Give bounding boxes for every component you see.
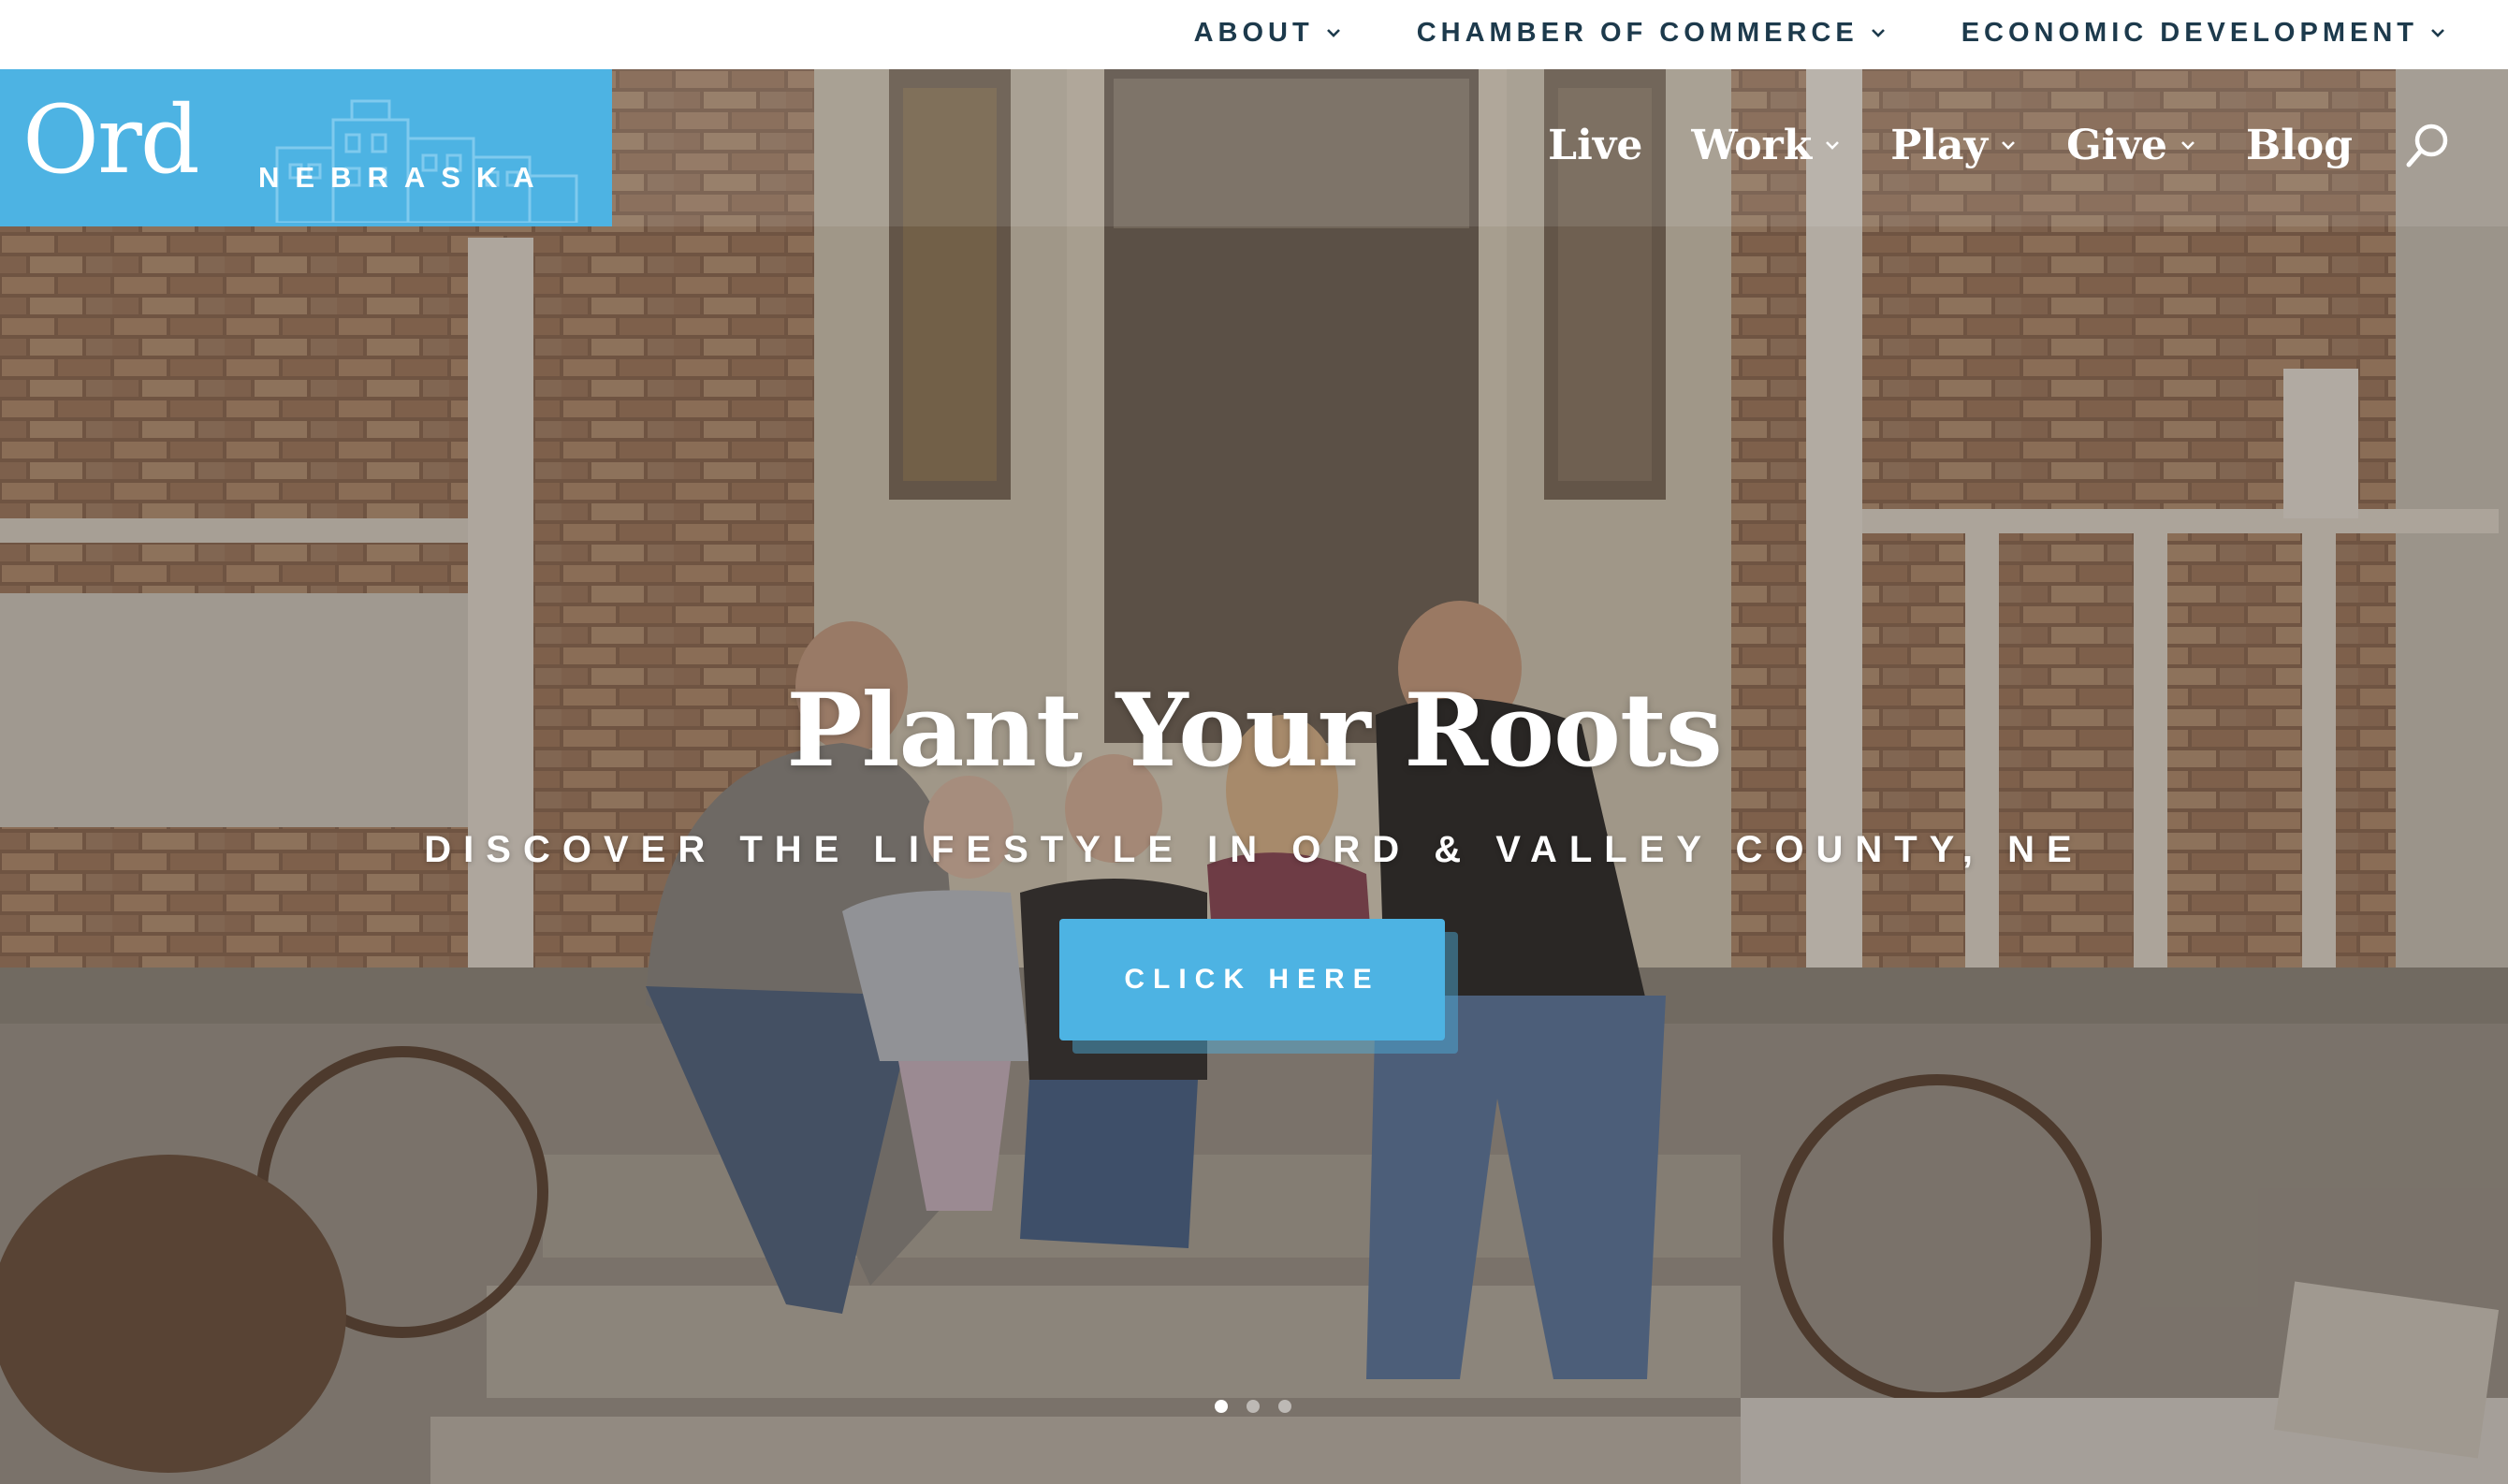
slider-dot-3[interactable] [1278,1400,1291,1413]
top-nav: ABOUT CHAMBER OF COMMERCE ECONOMIC DEVEL… [1194,0,2446,65]
town-buildings-graphic [275,99,578,223]
topnav-economic-development[interactable]: ECONOMIC DEVELOPMENT [1961,18,2446,49]
search-icon[interactable] [2403,120,2454,170]
logo-state: NEBRASKA [258,161,550,194]
topnav-chamber-label: CHAMBER OF COMMERCE [1416,17,1859,48]
site-logo[interactable]: Ord NEBRASKA [0,69,612,226]
hero-subtitle: DISCOVER THE LIFESTYLE IN ORD & VALLEY C… [424,829,2084,870]
chevron-down-icon [1871,29,1885,37]
slider-dot-1[interactable] [1215,1400,1228,1413]
chevron-down-icon [1826,141,1840,150]
topnav-economic-label: ECONOMIC DEVELOPMENT [1961,17,2418,48]
nav-give[interactable]: Give [2066,122,2197,169]
slider-pagination [1215,1400,1291,1413]
nav-blog[interactable]: Blog [2246,122,2353,169]
nav-live-label: Live [1548,121,1643,169]
nav-live[interactable]: Live [1548,122,1642,169]
nav-give-label: Give [2066,121,2167,169]
topnav-chamber-of-commerce[interactable]: CHAMBER OF COMMERCE [1417,18,1887,49]
top-bar: ABOUT CHAMBER OF COMMERCE ECONOMIC DEVEL… [0,0,2508,69]
nav-play[interactable]: Play [1890,122,2018,169]
slider-dot-2[interactable] [1247,1400,1260,1413]
chevron-down-icon [2431,29,2444,37]
nav-work-label: Work [1691,121,1813,169]
nav-blog-label: Blog [2245,121,2353,169]
hero-title: Plant Your Roots [786,672,1723,790]
click-here-button[interactable]: CLICK HERE [1059,919,1445,1040]
logo-wordmark: Ord [22,85,200,195]
chevron-down-icon [2181,141,2194,150]
nav-work[interactable]: Work [1691,122,1842,169]
page: ABOUT CHAMBER OF COMMERCE ECONOMIC DEVEL… [0,0,2508,1484]
chevron-down-icon [1326,29,1340,37]
chevron-down-icon [2002,141,2016,150]
main-nav: Live Work Play Give Blog [1548,112,2454,178]
topnav-about-label: ABOUT [1193,17,1314,48]
topnav-about[interactable]: ABOUT [1194,18,1342,49]
nav-play-label: Play [1890,121,1989,169]
